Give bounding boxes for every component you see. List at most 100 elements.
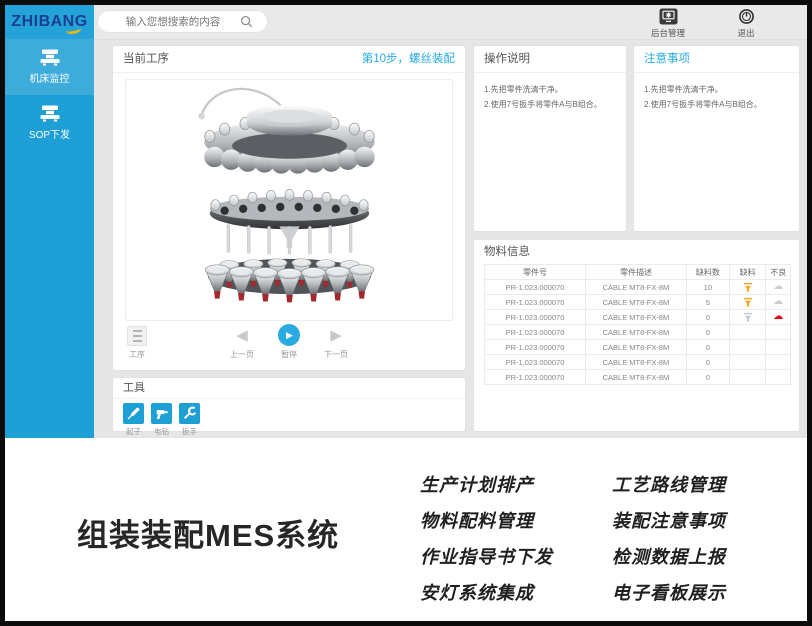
prev-icon [236,324,248,346]
tool-item[interactable]: 扳手 [179,403,200,437]
shortage-alert-icon[interactable] [743,282,753,293]
tools-title: 工具 [123,378,145,398]
table-row: PR-1.023.000070 CABLE MT8-FX-8M 0 [485,370,791,385]
tools-panel: 工具 [112,377,466,432]
search-icon [240,15,253,28]
defect-cloud-icon[interactable] [773,282,783,292]
machine-icon [39,49,61,66]
tool-item[interactable]: 起子 [123,403,144,437]
feature-item: 安灯系统集成 [420,574,553,610]
feature-item: 电子看板展示 [612,574,726,610]
notices-body: 1.先把零件洗清干净。2.使用7号扳手将零件A与B组合。 [634,73,799,121]
column-header: 不良 [766,265,791,280]
cell-shortage-count: 0 [686,325,729,340]
sidebar: 机床监控 SOP下发 [5,39,94,438]
tool-label: 起子 [126,426,141,437]
cell-part-desc: CABLE MT8-FX-8M [585,280,686,295]
cell-part-desc: CABLE MT8-FX-8M [585,340,686,355]
cell-shortage-count: 5 [686,295,729,310]
notices-panel: 注意事项 1.先把零件洗清干净。2.使用7号扳手将零件A与B组合。 [633,45,800,232]
prev-page-button[interactable]: 上一页 [230,324,254,360]
cell-part-no: PR-1.023.000070 [485,370,586,385]
cell-shortage-count: 0 [686,355,729,370]
sidebar-item[interactable]: SOP下发 [5,95,94,151]
banner-title: 组装装配MES系统 [77,510,339,555]
cell-shortage-count: 10 [686,280,729,295]
material-table: 零件号零件描述缺料数缺料不良 PR-1.023.000070 CABLE MT8… [484,264,791,385]
table-row: PR-1.023.000070 CABLE MT8-FX-8M 0 [485,340,791,355]
sidebar-item[interactable]: 机床监控 [5,39,94,95]
instruction-line: 1.先把零件洗清干净。 [484,82,616,97]
feature-item: 物料配料管理 [420,502,553,538]
current-process-title: 当前工序 [123,46,169,72]
feature-item: 作业指导书下发 [420,538,553,574]
cell-part-no: PR-1.023.000070 [485,340,586,355]
cell-part-desc: CABLE MT8-FX-8M [585,355,686,370]
defect-cloud-icon[interactable] [773,312,783,322]
cell-part-no: PR-1.023.000070 [485,355,586,370]
power-icon [738,8,755,25]
admin-console-icon [659,8,678,25]
operation-instructions-body: 1.先把零件洗清干净。2.使用7号扳手将零件A与B组合。 [474,73,626,121]
operation-instructions-title: 操作说明 [484,46,530,72]
material-info-panel: 物料信息 零件号零件描述缺料数缺料不良 PR-1.023.000070 CABL… [473,239,800,432]
process-list-icon [127,326,147,346]
defect-cloud-icon[interactable] [773,297,783,307]
player-controls: 工序 上一页 暂停 下一页 [127,324,451,364]
cell-part-no: PR-1.023.000070 [485,295,586,310]
shortage-alert-icon[interactable] [743,297,753,308]
table-row: PR-1.023.000070 CABLE MT8-FX-8M 0 [485,355,791,370]
notice-line: 1.先把零件洗清干净。 [644,82,789,97]
next-icon [330,324,342,346]
tool-list: 起子 [113,399,465,437]
process-list-button[interactable]: 工序 [127,326,147,360]
header-action-button[interactable]: 退出 [721,7,771,39]
drill-icon [154,406,169,421]
search-input[interactable] [112,15,234,29]
notices-title: 注意事项 [644,46,690,72]
step-info: 第10步，螺丝装配 [362,46,455,72]
cell-shortage-count: 0 [686,370,729,385]
cell-part-no: PR-1.023.000070 [485,325,586,340]
wrench-icon [182,406,197,421]
cell-part-no: PR-1.023.000070 [485,310,586,325]
feature-list-right: 工艺路线管理装配注意事项检测数据上报电子看板展示 [612,466,726,610]
cell-part-desc: CABLE MT8-FX-8M [585,295,686,310]
column-header: 零件描述 [585,265,686,280]
process-image-box [125,79,453,321]
operation-instructions-panel: 操作说明 1.先把零件洗清干净。2.使用7号扳手将零件A与B组合。 [473,45,627,232]
feature-item: 检测数据上报 [612,538,726,574]
column-header: 缺料数 [686,265,729,280]
cell-part-desc: CABLE MT8-FX-8M [585,370,686,385]
shortage-alert-icon[interactable] [743,312,753,323]
header-action-button[interactable]: 后台管理 [643,7,693,39]
feature-item: 装配注意事项 [612,502,726,538]
table-row: PR-1.023.000070 CABLE MT8-FX-8M 0 [485,325,791,340]
column-header: 零件号 [485,265,586,280]
cell-part-desc: CABLE MT8-FX-8M [585,325,686,340]
banner: 组装装配MES系统 生产计划排产物料配料管理作业指导书下发安灯系统集成 工艺路线… [5,438,807,621]
cell-part-no: PR-1.023.000070 [485,280,586,295]
play-icon [278,324,300,346]
search-bar[interactable] [97,10,268,33]
table-row: PR-1.023.000070 CABLE MT8-FX-8M 10 [485,280,791,295]
pause-button[interactable]: 暂停 [278,324,300,360]
header-action-label: 退出 [737,27,754,39]
app-logo: ZHIBANG [5,5,94,39]
material-info-title: 物料信息 [484,240,530,264]
assembly-exploded-image [132,86,447,314]
current-process-panel: 当前工序 第10步，螺丝装配 [112,45,466,371]
sidebar-item-label: SOP下发 [29,126,70,141]
tool-label: 电钻 [154,426,169,437]
next-page-button[interactable]: 下一页 [324,324,348,360]
feature-list-left: 生产计划排产物料配料管理作业指导书下发安灯系统集成 [420,466,553,610]
tool-label: 扳手 [182,426,197,437]
table-row: PR-1.023.000070 CABLE MT8-FX-8M 5 [485,295,791,310]
feature-item: 生产计划排产 [420,466,553,502]
tool-item[interactable]: 电钻 [151,403,172,437]
header-actions: 后台管理 [643,7,771,39]
material-table-body: PR-1.023.000070 CABLE MT8-FX-8M 10 [485,280,791,385]
column-header: 缺料 [729,265,766,280]
app-screenshot: ZHIBANG [5,5,807,438]
cell-part-desc: CABLE MT8-FX-8M [585,310,686,325]
